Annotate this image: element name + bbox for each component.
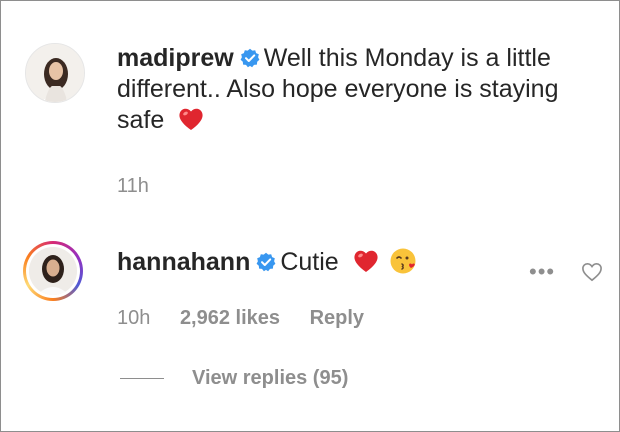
- reply-button[interactable]: Reply: [310, 307, 364, 329]
- comments-panel: madiprew Well this Monday is a little dif…: [0, 0, 620, 432]
- view-replies-label: View replies (95): [192, 367, 349, 389]
- avatar-image: [29, 247, 77, 295]
- comment-meta: 10h 2,962 likes Reply: [117, 307, 388, 330]
- more-dots-icon[interactable]: •••: [529, 259, 555, 285]
- likes-count[interactable]: 2,962 likes: [180, 307, 280, 329]
- red-heart-emoji-icon: [354, 250, 378, 272]
- verified-badge-icon: [240, 48, 260, 68]
- heart-outline-icon[interactable]: [581, 262, 603, 282]
- red-heart-emoji-icon: [179, 108, 203, 130]
- username[interactable]: madiprew: [117, 44, 234, 72]
- avatar-image: [25, 43, 85, 103]
- comment-meta: 11h: [117, 175, 173, 198]
- comment-text-block: madiprew Well this Monday is a little dif…: [117, 43, 607, 136]
- replies-divider: [120, 378, 164, 379]
- username[interactable]: hannahann: [117, 248, 250, 276]
- comment-text-block: hannahann Cutie: [117, 247, 517, 278]
- verified-badge-icon: [256, 252, 276, 272]
- avatar-madiprew[interactable]: [25, 43, 85, 103]
- comment-actions: •••: [529, 259, 555, 285]
- kissing-face-emoji-icon: [390, 248, 416, 274]
- comment-text: Cutie: [280, 248, 339, 276]
- timestamp[interactable]: 10h: [117, 307, 150, 329]
- view-replies-button[interactable]: View replies (95): [120, 367, 348, 390]
- timestamp[interactable]: 11h: [117, 175, 149, 197]
- avatar-hannahann[interactable]: [23, 241, 83, 301]
